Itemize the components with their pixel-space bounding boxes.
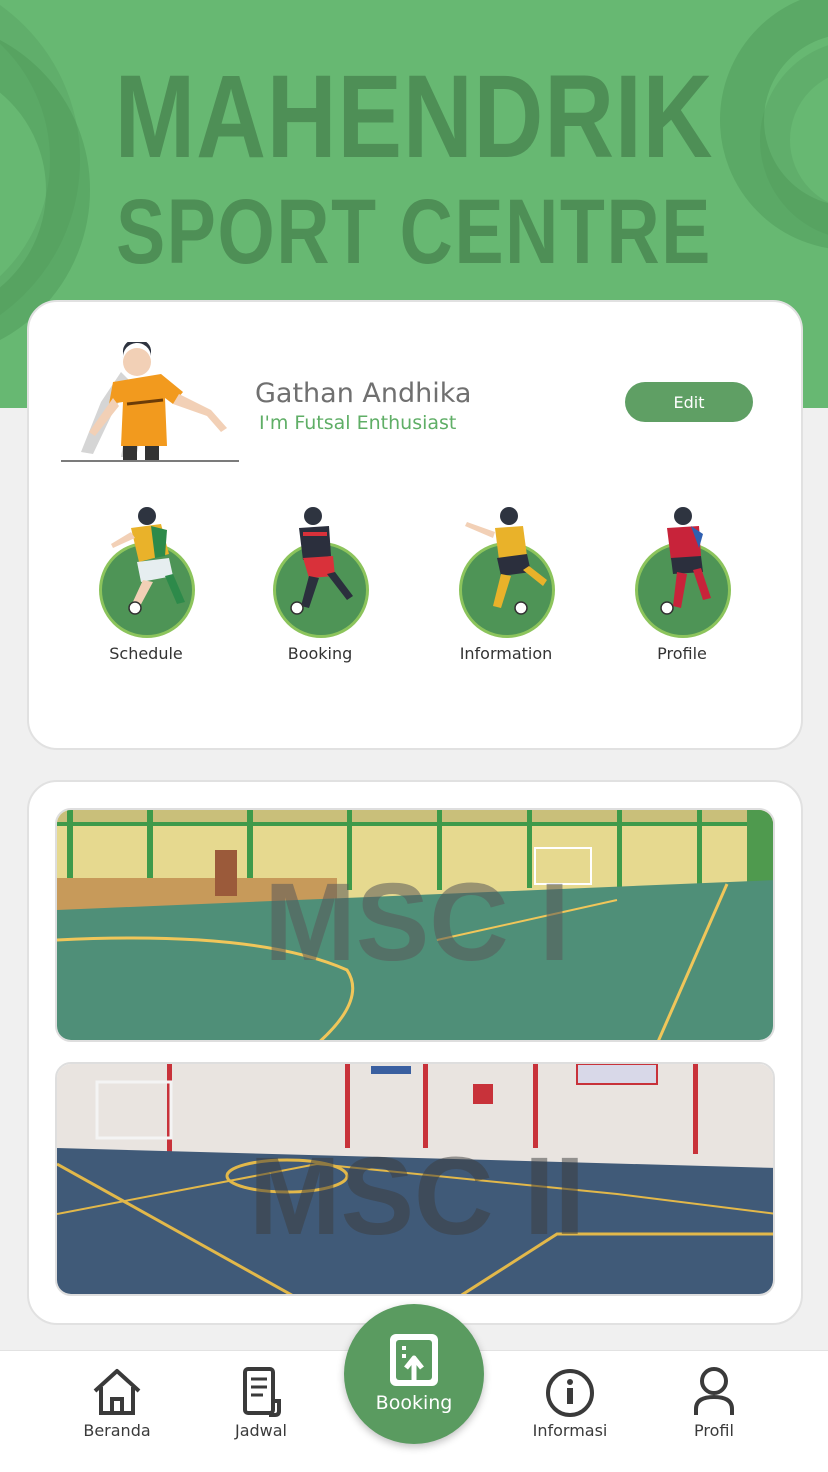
futsal-court-image: MSC II [57,1064,773,1294]
profile-card: Gathan Andhika I'm Futsal Enthusiast Edi… [27,300,803,750]
watermark-text: MSC I [264,861,570,984]
player-avatar-icon [81,342,227,460]
menu-item-booking[interactable]: Booking [245,502,395,663]
nav-item-profil[interactable]: Profil [659,1365,769,1440]
menu-label: Schedule [109,644,183,663]
nav-item-jadwal[interactable]: Jadwal [206,1365,316,1440]
nav-label: Jadwal [234,1421,287,1440]
nav-label: Informasi [532,1421,608,1440]
brand-title: MAHENDRIK SPORT CENTRE [0,58,828,278]
player-icon [111,507,185,615]
user-tagline: I'm Futsal Enthusiast [259,412,457,434]
brand-line-2: SPORT CENTRE [116,181,712,283]
nav-item-beranda[interactable]: Beranda [62,1365,172,1440]
player-icon [290,507,353,615]
fab-label: Booking [375,1392,453,1414]
player-icon [660,507,711,615]
futsal-court-image: MSC I [57,810,773,1040]
home-icon [93,1369,141,1415]
user-name: Gathan Andhika [255,378,472,409]
venue-photo-msc1[interactable]: MSC I [55,808,775,1042]
menu-label: Booking [287,644,353,663]
booking-fab-button[interactable]: Booking [344,1304,484,1444]
player-icon [465,507,547,615]
watermark-text: MSC II [249,1135,585,1258]
menu-item-schedule[interactable]: Schedule [71,502,221,663]
venue-gallery-card: MSC I MSC II [27,780,803,1325]
menu-label: Information [459,644,553,663]
menu-item-profile[interactable]: Profile [607,502,757,663]
edit-profile-button[interactable]: Edit [625,382,753,422]
booking-upload-icon [390,1334,438,1386]
venue-photo-msc2[interactable]: MSC II [55,1062,775,1296]
nav-label: Profil [694,1421,734,1440]
document-list-icon [243,1367,281,1417]
menu-label: Profile [657,644,707,663]
brand-line-1: MAHENDRIK [114,51,714,183]
menu-item-information[interactable]: Information [431,502,581,663]
user-icon [694,1367,734,1415]
avatar-underline [61,460,239,462]
nav-label: Beranda [83,1421,151,1440]
info-icon [546,1369,594,1417]
nav-item-informasi[interactable]: Informasi [515,1365,625,1440]
